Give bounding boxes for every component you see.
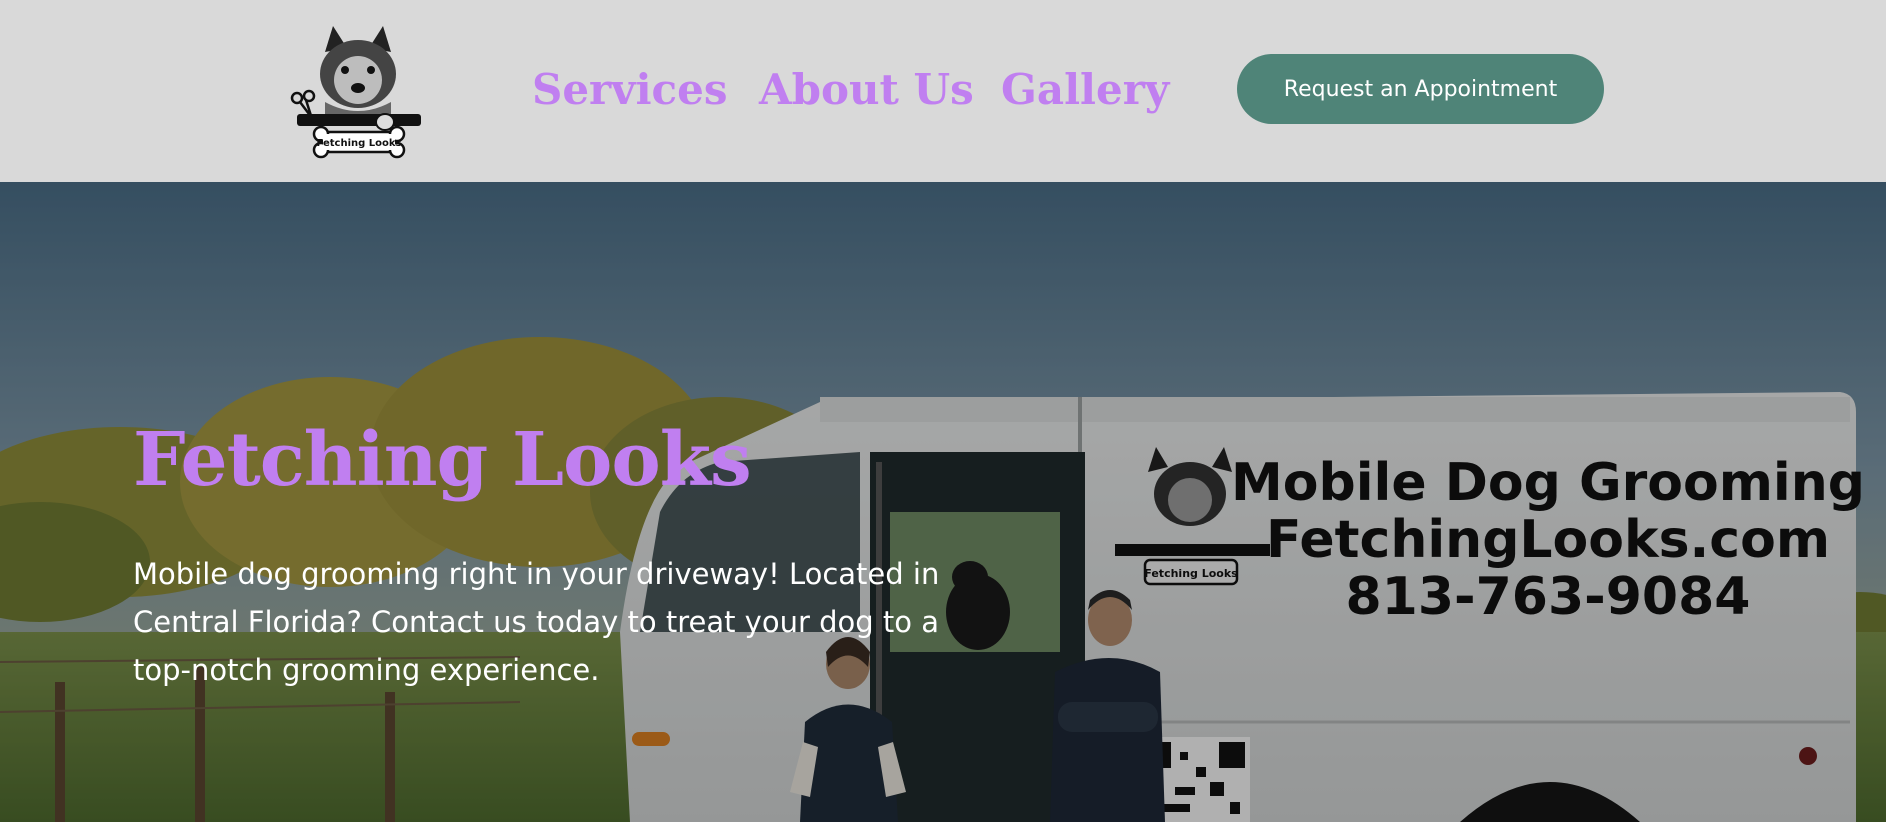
nav-about-us[interactable]: About Us xyxy=(759,60,974,120)
hero-description: Mobile dog grooming right in your drivew… xyxy=(133,557,940,687)
hero-section: Fetching Looks Mobile Dog Grooming Fetch… xyxy=(0,182,1886,822)
nav-gallery[interactable]: Gallery xyxy=(1001,60,1169,120)
hero-title: Fetching Looks xyxy=(133,417,752,503)
site-logo[interactable]: Fetching Looks xyxy=(285,22,432,162)
dog-logo-icon: Fetching Looks xyxy=(290,26,421,159)
request-appointment-button[interactable]: Request an Appointment xyxy=(1237,54,1604,124)
svg-text:Fetching Looks: Fetching Looks xyxy=(317,138,402,149)
site-header: Fetching Looks Services About Us Gallery… xyxy=(0,0,1886,182)
nav-services[interactable]: Services xyxy=(532,60,727,120)
